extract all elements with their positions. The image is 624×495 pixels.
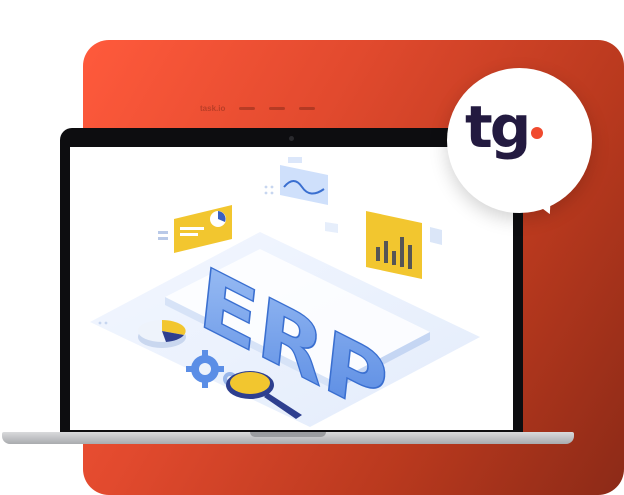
laptop-screen: ERP <box>70 147 513 430</box>
deco-dash <box>158 231 168 234</box>
deco-card <box>325 222 338 233</box>
logo-text: tg <box>465 93 531 161</box>
ghost-navbar: task.io <box>200 104 316 113</box>
laptop-base-notch <box>250 432 326 437</box>
deco-dash <box>158 237 168 240</box>
wave-card <box>280 157 328 205</box>
chart-card-left <box>174 205 232 253</box>
ghost-nav-item <box>239 107 256 110</box>
ghost-nav-item <box>269 107 286 110</box>
deco-card <box>430 227 442 245</box>
logo-dot-icon <box>531 127 544 139</box>
ghost-nav-item <box>299 107 316 110</box>
camera-icon <box>289 136 294 141</box>
bar-chart-card <box>366 211 422 279</box>
tg-logo: tg <box>465 98 575 168</box>
ghost-brand: task.io <box>200 104 226 113</box>
pie-chart <box>138 320 186 348</box>
erp-illustration: ERP <box>90 157 480 430</box>
